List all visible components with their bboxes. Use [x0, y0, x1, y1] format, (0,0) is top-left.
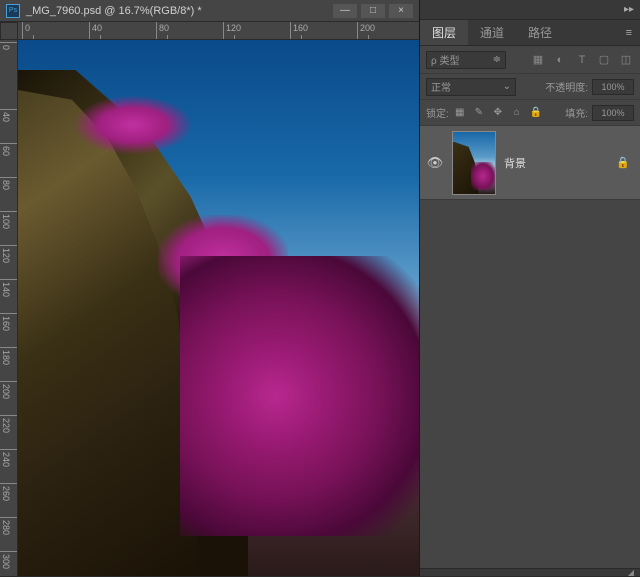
close-button[interactable]: × [389, 4, 413, 18]
ruler-tick: 180 [0, 347, 18, 365]
tab-channels[interactable]: 通道 [468, 20, 516, 45]
image-content [180, 256, 419, 536]
panel-collapse-bar[interactable]: ▸▸ [420, 0, 640, 20]
lock-icon: 🔒 [616, 156, 630, 169]
tab-paths[interactable]: 路径 [516, 20, 564, 45]
filter-pixel-icon[interactable]: ▦ [530, 52, 546, 68]
ruler-tick: 80 [0, 177, 18, 190]
fill-label: 填充: [565, 105, 588, 120]
app-icon: Ps [6, 4, 20, 18]
filter-kind-label: ρ 类型 [431, 52, 459, 67]
minimize-button[interactable]: — [333, 4, 357, 18]
lock-position-icon[interactable]: ✥ [491, 106, 505, 120]
lock-transparent-icon[interactable]: ▦ [453, 106, 467, 120]
panels-area: ▸▸ 图层 通道 路径 ≡ ρ 类型 ≑ ▦ ◐ T ▢ ◫ 正常 ⌄ 不透明度: … [420, 0, 640, 576]
ruler-tick: 260 [0, 483, 18, 501]
panel-resize-grip[interactable]: ◢ [420, 568, 640, 576]
blend-mode-select[interactable]: 正常 ⌄ [426, 78, 516, 96]
filter-type-icon[interactable]: T [574, 52, 590, 68]
image-content [18, 90, 198, 576]
layers-list[interactable]: 👁 背景 🔒 [420, 126, 640, 568]
ruler-tick: 160 [0, 313, 18, 331]
ruler-tick: 300 [0, 551, 18, 569]
ruler-origin[interactable] [0, 22, 18, 40]
chevron-down-icon: ⌄ [503, 81, 511, 92]
ruler-tick: 0 [0, 42, 18, 50]
ruler-tick: 240 [0, 449, 18, 467]
lock-all-icon[interactable]: 🔒 [529, 106, 543, 120]
ruler-tick: 200 [357, 22, 375, 40]
filter-smart-icon[interactable]: ◫ [618, 52, 634, 68]
document-window: Ps _MG_7960.psd @ 16.7%(RGB/8*) * — □ × … [0, 0, 420, 576]
titlebar[interactable]: Ps _MG_7960.psd @ 16.7%(RGB/8*) * — □ × [0, 0, 419, 22]
ruler-vertical[interactable]: 0 40 60 80 100 120 140 160 180 200 220 2… [0, 40, 18, 576]
lock-row: 锁定: ▦ ✎ ✥ ⌂ 🔒 填充: 100% [420, 100, 640, 126]
ruler-tick: 100 [0, 211, 18, 229]
collapse-icon: ▸▸ [624, 4, 634, 15]
chevron-down-icon: ≑ [493, 54, 501, 65]
image-content [73, 95, 193, 155]
ruler-tick: 40 [0, 109, 18, 122]
ruler-tick: 160 [290, 22, 308, 40]
lock-artboard-icon[interactable]: ⌂ [510, 106, 524, 120]
ruler-horizontal[interactable]: 0 40 80 120 160 200 [18, 22, 419, 40]
ruler-tick: 120 [0, 245, 18, 263]
panel-menu-icon[interactable]: ≡ [618, 20, 640, 45]
layer-name[interactable]: 背景 [504, 155, 608, 171]
lock-image-icon[interactable]: ✎ [472, 106, 486, 120]
layer-filter-row: ρ 类型 ≑ ▦ ◐ T ▢ ◫ [420, 46, 640, 74]
document-title: _MG_7960.psd @ 16.7%(RGB/8*) * [26, 5, 333, 17]
ruler-tick: 80 [156, 22, 169, 40]
ruler-tick: 0 [22, 22, 30, 40]
tab-layers[interactable]: 图层 [420, 20, 468, 45]
canvas-area[interactable] [18, 40, 419, 576]
lock-label: 锁定: [426, 105, 449, 120]
ruler-tick: 40 [89, 22, 102, 40]
opacity-label: 不透明度: [545, 79, 588, 94]
ruler-tick: 200 [0, 381, 18, 399]
panel-tabs: 图层 通道 路径 ≡ [420, 20, 640, 46]
ruler-tick: 140 [0, 279, 18, 297]
maximize-button[interactable]: □ [361, 4, 385, 18]
blend-row: 正常 ⌄ 不透明度: 100% [420, 74, 640, 100]
layer-thumbnail[interactable] [452, 131, 496, 195]
opacity-field[interactable]: 100% [592, 79, 634, 95]
fill-field[interactable]: 100% [592, 105, 634, 121]
visibility-eye-icon[interactable]: 👁 [426, 154, 444, 172]
blend-mode-value: 正常 [431, 79, 451, 94]
layer-row[interactable]: 👁 背景 🔒 [420, 126, 640, 200]
ruler-tick: 280 [0, 517, 18, 535]
ruler-tick: 60 [0, 143, 18, 156]
ruler-tick: 220 [0, 415, 18, 433]
canvas[interactable] [18, 40, 419, 576]
filter-shape-icon[interactable]: ▢ [596, 52, 612, 68]
ruler-tick: 120 [223, 22, 241, 40]
filter-kind-select[interactable]: ρ 类型 ≑ [426, 51, 506, 69]
filter-adjust-icon[interactable]: ◐ [552, 52, 568, 68]
